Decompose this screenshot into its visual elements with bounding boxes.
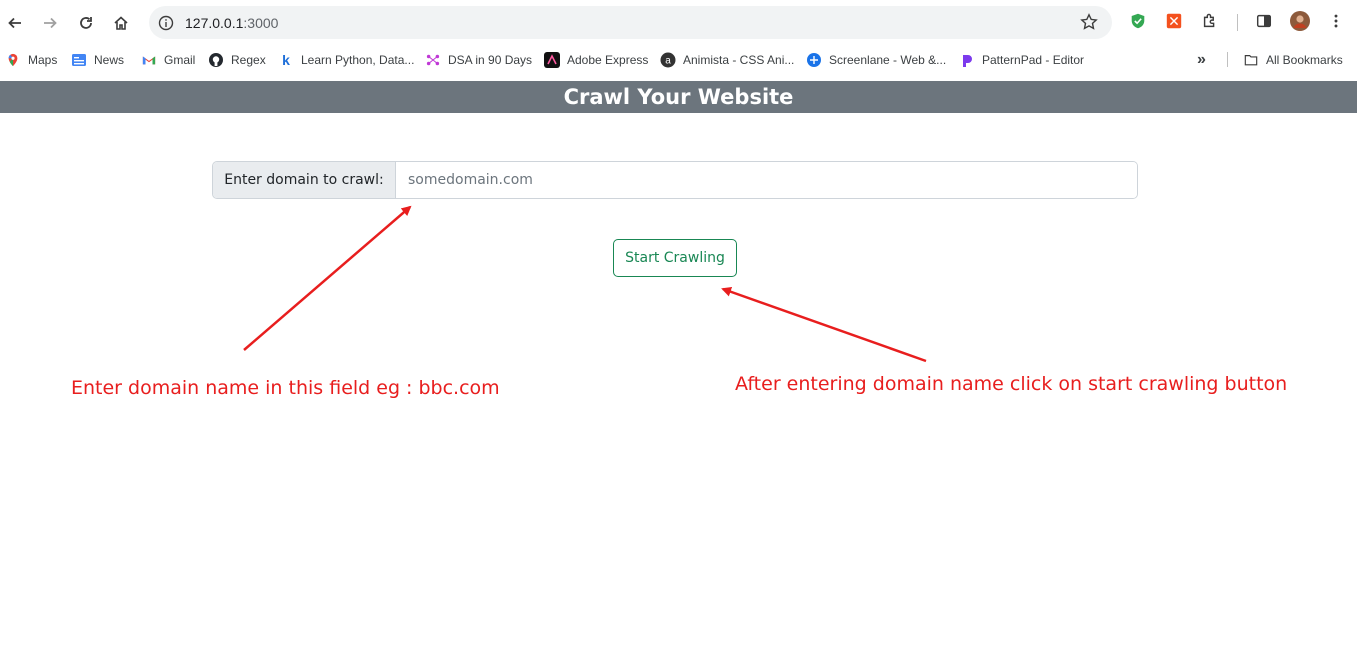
bookmark-news[interactable]: News — [71, 51, 124, 69]
svg-text:a: a — [665, 56, 671, 67]
gmail-icon — [141, 52, 157, 68]
page-header: Crawl Your Website — [0, 81, 1357, 113]
extensions-puzzle-icon[interactable] — [1200, 11, 1220, 31]
bookmark-regex[interactable]: Regex — [208, 51, 266, 69]
patternpad-icon — [959, 52, 975, 68]
screenlane-icon — [806, 52, 822, 68]
domain-input-label: Enter domain to crawl: — [213, 162, 396, 198]
bookmark-label: DSA in 90 Days — [448, 53, 533, 67]
bookmark-label: Maps — [28, 53, 58, 67]
animista-icon: a — [660, 52, 676, 68]
bookmark-label: Learn Python, Data... — [301, 53, 415, 67]
bookmark-patternpad[interactable]: PatternPad - Editor — [959, 51, 1084, 69]
reload-icon[interactable] — [73, 10, 99, 36]
forward-icon[interactable] — [37, 10, 63, 36]
all-bookmarks-button[interactable]: All Bookmarks — [1243, 51, 1343, 69]
bookmark-star-icon[interactable] — [1080, 13, 1098, 31]
folder-icon — [1243, 52, 1259, 68]
home-icon[interactable] — [108, 10, 134, 36]
bookmark-label: News — [94, 53, 125, 67]
k-icon: k — [282, 52, 290, 68]
orange-extension-icon[interactable] — [1164, 11, 1184, 31]
bookmarks-overflow-button[interactable]: » — [1197, 51, 1206, 69]
right-annotation-arrow — [721, 286, 927, 363]
domain-input[interactable] — [396, 162, 1137, 198]
url-host: 127.0.0.1 — [185, 14, 244, 31]
profile-avatar[interactable] — [1290, 11, 1310, 31]
right-annotation-text: After entering domain name click on star… — [735, 373, 1288, 395]
page-title: Crawl Your Website — [563, 85, 794, 109]
bookmark-label: Regex — [231, 53, 266, 67]
url-port: :3000 — [243, 14, 279, 31]
all-bookmarks-label: All Bookmarks — [1266, 53, 1343, 67]
dsa-icon — [425, 52, 441, 68]
back-icon[interactable] — [2, 10, 28, 36]
bookmark-label: PatternPad - Editor — [982, 53, 1085, 67]
side-panel-icon[interactable] — [1254, 11, 1274, 31]
site-info-icon[interactable] — [158, 15, 174, 31]
left-annotation-text: Enter domain name in this field eg : bbc… — [71, 377, 500, 399]
bookmark-label: Adobe Express — [567, 53, 649, 67]
bookmark-animista[interactable]: a Animista - CSS Ani... — [660, 51, 794, 69]
shield-extension-icon[interactable] — [1128, 11, 1148, 31]
start-crawling-button[interactable]: Start Crawling — [613, 239, 737, 277]
github-icon — [208, 52, 224, 68]
url-text: 127.0.0.1:3000 — [185, 15, 278, 31]
bookmark-dsa[interactable]: DSA in 90 Days — [425, 51, 532, 69]
menu-kebab-icon[interactable] — [1326, 11, 1346, 31]
bookmark-screenlane[interactable]: Screenlane - Web &... — [806, 51, 946, 69]
browser-toolbar: 127.0.0.1:3000 — [0, 0, 1357, 45]
bookmark-label: Gmail — [164, 53, 196, 67]
news-icon — [71, 52, 87, 68]
adobe-icon — [544, 52, 560, 68]
bookmarks-bar: Maps News Gmail Regex k Learn Python, Da… — [0, 45, 1357, 75]
bookmark-label: Animista - CSS Ani... — [683, 53, 795, 67]
bookmark-gmail[interactable]: Gmail — [141, 51, 195, 69]
bookmarks-divider — [1227, 52, 1228, 67]
bookmark-learn-python[interactable]: k Learn Python, Data... — [278, 51, 414, 69]
bookmark-adobe-express[interactable]: Adobe Express — [544, 51, 648, 69]
left-annotation-arrow — [243, 205, 412, 351]
maps-icon — [5, 52, 21, 68]
toolbar-divider — [1237, 14, 1238, 31]
bookmark-label: Screenlane - Web &... — [829, 53, 947, 67]
bookmark-maps[interactable]: Maps — [5, 51, 57, 69]
domain-input-group: Enter domain to crawl: — [212, 161, 1138, 199]
overflow-label: » — [1197, 51, 1206, 68]
address-bar[interactable]: 127.0.0.1:3000 — [149, 6, 1112, 39]
